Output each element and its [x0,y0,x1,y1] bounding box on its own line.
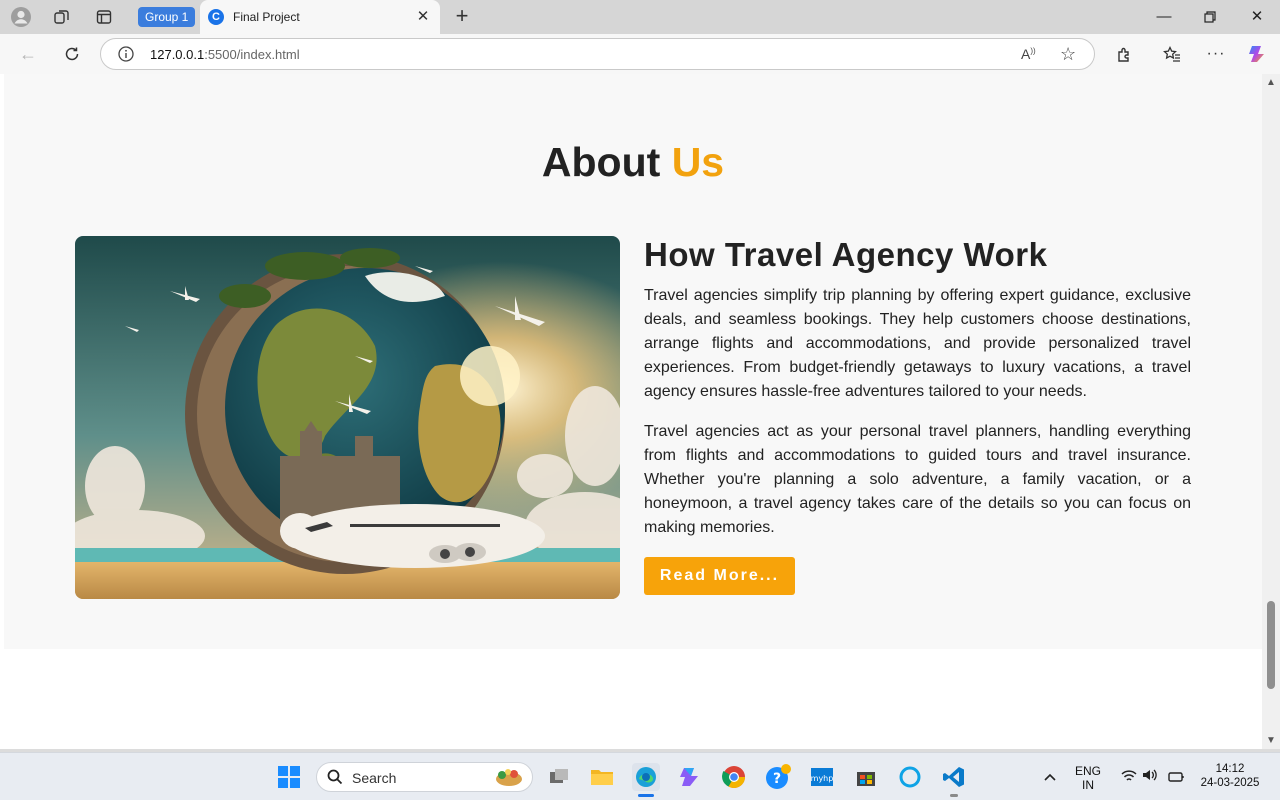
favorites-icon[interactable] [1160,42,1184,66]
about-paragraph-1: Travel agencies simplify trip planning b… [644,287,1191,400]
about-title: About Us [4,139,1262,186]
profile-icon[interactable] [10,6,32,28]
wifi-icon [1120,769,1137,786]
windows-taskbar: Search ? myhp ENG IN 14:12 24-03-2025 [0,752,1280,800]
about-section: About Us How Travel Agency Work Travel a… [4,74,1262,649]
about-title-accent: Us [671,139,725,185]
address-bar[interactable]: 127.0.0.1:5500/index.html A)) ☆ [100,38,1095,70]
browser-toolbar: ← 127.0.0.1:5500/index.html A)) ☆ ··· [0,34,1280,74]
taskbar-search[interactable]: Search [316,762,533,792]
windows-start-icon[interactable] [275,763,303,791]
refresh-icon[interactable] [60,42,84,66]
clock-date: 24-03-2025 [1200,777,1260,789]
copilot-taskbar-icon[interactable] [676,763,704,791]
browser-titlebar: Group 1 C Final Project ✕ + — ✕ [0,0,1280,34]
chevron-up-icon[interactable] [1036,763,1064,791]
clock[interactable]: 14:12 24-03-2025 [1196,762,1264,790]
search-highlight-icon [487,766,527,793]
about-title-main: About [541,139,661,185]
svg-text:myhp: myhp [811,774,834,783]
scroll-down-arrow-icon[interactable]: ▼ [1265,736,1277,746]
travel-globe-image [75,236,620,599]
search-icon [327,769,343,790]
minimize-icon[interactable]: — [1149,5,1179,29]
battery-icon[interactable] [1162,763,1190,791]
region-code: IN [1082,778,1094,792]
tab-final-project[interactable]: C Final Project ✕ [200,0,440,34]
url-text: 127.0.0.1:5500/index.html [150,47,300,62]
cortana-icon[interactable] [896,763,924,791]
chrome-icon[interactable] [720,763,748,791]
close-tab-icon[interactable]: ✕ [414,8,432,26]
back-arrow-icon[interactable]: ← [16,42,40,66]
myhp-icon[interactable]: myhp [808,763,836,791]
search-label: Search [352,770,397,786]
restore-icon[interactable] [1195,5,1225,29]
language-indicator[interactable]: ENG IN [1070,764,1106,792]
tab-actions-icon[interactable] [93,6,115,28]
about-content: How Travel Agency Work Travel agencies s… [644,236,1191,595]
file-explorer-icon[interactable] [588,763,616,791]
running-app-indicator [950,794,958,797]
microsoft-store-icon[interactable] [852,763,880,791]
favorite-star-icon[interactable]: ☆ [1060,44,1076,65]
workspaces-icon[interactable] [51,6,73,28]
tab-group-chip[interactable]: Group 1 [138,7,196,27]
about-paragraph-2: Travel agencies act as your personal tra… [644,423,1191,536]
site-favicon-icon: C [208,9,224,25]
more-menu-icon[interactable]: ··· [1204,42,1228,66]
scrollbar-thumb[interactable] [1267,601,1275,689]
page-viewport: About Us How Travel Agency Work Travel a… [0,74,1262,749]
get-help-icon[interactable]: ? [764,763,792,791]
svg-text:?: ? [773,771,781,787]
read-more-button[interactable]: Read More... [644,557,795,595]
task-view-icon[interactable] [545,763,573,791]
language-code: ENG [1074,764,1101,778]
quick-settings[interactable] [1112,763,1166,791]
about-heading: How Travel Agency Work [644,236,1048,273]
edge-browser-icon[interactable] [632,763,660,797]
volume-icon [1142,768,1158,787]
page-scrollbar[interactable]: ▲ ▼ [1262,74,1280,749]
tab-title: Final Project [233,10,300,24]
vscode-icon[interactable] [940,763,968,797]
read-aloud-icon[interactable]: A)) [1021,46,1036,62]
scroll-up-arrow-icon[interactable]: ▲ [1265,78,1277,88]
close-window-icon[interactable]: ✕ [1242,5,1272,29]
active-app-indicator [638,794,654,797]
new-tab-icon[interactable]: + [450,5,474,29]
copilot-icon[interactable] [1246,42,1270,66]
clock-time: 14:12 [1215,763,1245,775]
site-info-icon[interactable] [118,46,134,67]
extensions-icon[interactable] [1112,42,1136,66]
